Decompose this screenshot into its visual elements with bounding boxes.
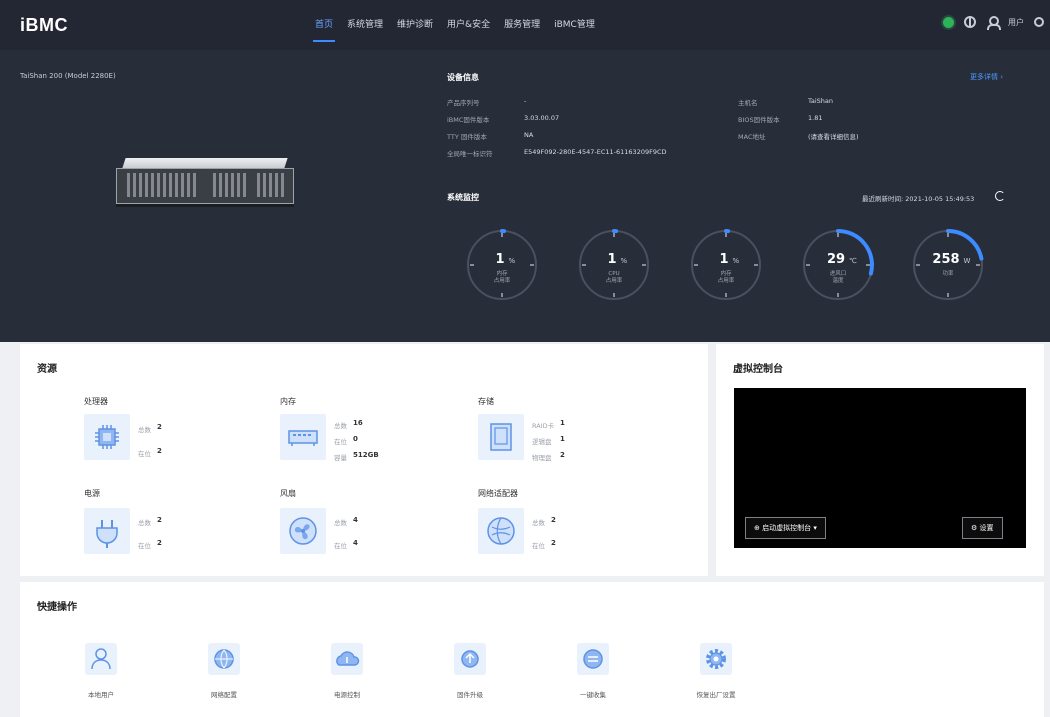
stat-label: 在位 [138,450,151,458]
stat-label: 物理盘 [532,454,552,462]
settings-icon: ⚙ [971,524,980,532]
gauge-label: 进风口 [830,269,847,277]
gauge-value: 1 [719,252,728,267]
gauge-label: 功率 [942,269,954,277]
stat-value: 2 [551,516,556,524]
stat-value: 16 [353,419,363,427]
gauge-sublabel: 占用率 [606,276,623,284]
gauge-unit: % [621,257,628,265]
stat-value: 2 [157,539,162,547]
resource-network-label: 网络适配器 [478,489,518,498]
quick-actions-title: 快捷操作 [37,602,77,613]
stat-label: 总数 [532,519,545,527]
local-user-icon[interactable] [85,643,117,675]
console-settings-label: 设置 [979,524,994,532]
launch-icon: ⊕ [754,524,763,532]
storage-icon[interactable] [478,414,524,460]
stat-value: 1 [560,435,565,443]
stat-value: 0 [353,435,358,443]
power-control-icon[interactable] [331,643,363,675]
gauge-value: 29 [827,252,845,267]
stat-label: 总数 [334,422,347,430]
gauge: 29 ℃进风口温度 [803,229,874,300]
stat-value: 4 [353,539,358,547]
quick-action-local-user[interactable]: 本地用户 [71,689,131,699]
stat-label: 总数 [138,426,151,434]
resource-processor-label: 处理器 [84,397,108,406]
stat-value: 2 [157,516,162,524]
resource-fan-label: 风扇 [280,489,296,498]
stat-label: RAID卡 [532,422,555,430]
gauge-unit: % [509,257,516,265]
fan-icon[interactable] [280,508,326,554]
gauge-unit: ℃ [849,257,857,265]
power-supply-icon[interactable] [84,508,130,554]
gauge-sublabel: 温度 [832,276,844,284]
stat-label: 在位 [334,438,347,446]
stat-value: 512GB [353,451,379,459]
launch-console-button[interactable]: ⊕ 启动虚拟控制台 ▾ [745,517,826,539]
gauge-sublabel: 占用率 [494,276,511,284]
stat-value: 2 [157,423,162,431]
gear-icon[interactable] [700,643,732,675]
gauge-label: 内存 [720,269,732,277]
stat-value: 2 [157,447,162,455]
stat-label: 在位 [532,542,545,550]
gauge-unit: % [733,257,740,265]
resource-power-label: 电源 [84,489,100,498]
stat-value: 1 [560,419,565,427]
gauge-label: 内存 [496,269,508,277]
gauge: 1 %内存占用率 [691,229,761,300]
quick-action-one-click-collect[interactable]: 一键收集 [563,689,623,699]
network-config-icon[interactable] [208,643,240,675]
gauge-value: 1 [495,252,504,267]
one-click-collect-icon[interactable] [577,643,609,675]
resource-storage-label: 存储 [478,397,494,406]
launch-console-label: 启动虚拟控制台 ▾ [762,524,817,532]
gauge-value: 1 [607,252,616,267]
quick-action-power-control[interactable]: 电源控制 [317,689,377,699]
firmware-upgrade-icon[interactable] [454,643,486,675]
console-settings-button[interactable]: ⚙ 设置 [962,517,1003,539]
quick-actions-panel: 快捷操作 [20,582,1044,717]
stat-label: 在位 [138,542,151,550]
stat-label: 逻辑盘 [532,438,552,446]
processor-icon[interactable] [84,414,130,460]
stat-label: 总数 [334,519,347,527]
gauge-label: CPU [608,271,619,277]
gauge: 1 %内存占用率 [467,229,537,300]
gauge-sublabel: 占用率 [718,276,735,284]
virtual-console-title: 虚拟控制台 [733,364,783,375]
quick-action-firmware-upgrade[interactable]: 固件升级 [440,689,500,699]
gauge-value: 258 [932,252,959,267]
network-adapter-icon[interactable] [478,508,524,554]
gauge: 1 %CPU占用率 [579,229,649,300]
quick-action-network-config[interactable]: 网络配置 [194,689,254,699]
gauge-unit: W [964,257,971,265]
resources-title: 资源 [37,364,57,375]
stat-value: 2 [551,539,556,547]
stat-value: 2 [560,451,565,459]
memory-icon[interactable] [280,414,326,460]
stat-label: 容量 [334,454,347,462]
stat-label: 在位 [334,542,347,550]
gauge: 258 W 功率 [913,229,984,300]
quick-action-factory-reset[interactable]: 恢复出厂设置 [686,689,746,699]
stat-value: 4 [353,516,358,524]
stat-label: 总数 [138,519,151,527]
resource-memory-label: 内存 [280,397,296,406]
